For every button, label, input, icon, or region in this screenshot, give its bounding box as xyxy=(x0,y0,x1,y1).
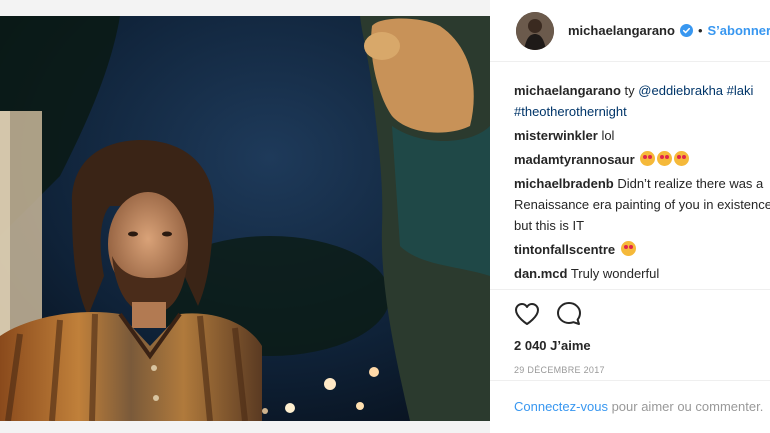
comment-icon[interactable] xyxy=(556,301,582,327)
action-icons xyxy=(514,300,770,328)
separator-dot: • xyxy=(697,23,703,38)
comment-item: madamtyrannosaur xyxy=(514,149,770,170)
verified-badge-icon xyxy=(679,24,693,37)
page-background-top xyxy=(0,0,490,16)
heart-eyes-emoji-icon xyxy=(657,151,673,166)
post-sidebar: michaelangarano • S’abonner michaelangar… xyxy=(490,0,770,433)
avatar[interactable] xyxy=(516,11,554,50)
comment-text: Truly wonderful xyxy=(567,266,660,281)
comment-list: michaelangarano ty @eddiebrakha #laki #t… xyxy=(514,80,770,290)
heart-eyes-emoji-icon xyxy=(674,151,690,166)
heart-eyes-emoji-icon xyxy=(620,241,636,256)
comment-item: tintonfallscentre xyxy=(514,239,770,260)
likes-count[interactable]: 2 040 J’aime xyxy=(514,338,770,353)
comment-username[interactable]: madamtyrannosaur xyxy=(514,152,635,167)
hashtag-link[interactable]: #laki xyxy=(723,83,754,98)
post-actions: 2 040 J’aime 29 DÉCEMBRE 2017 xyxy=(490,289,770,375)
login-prompt: Connectez-vous pour aimer ou commenter. xyxy=(490,380,770,416)
comment-item: misterwinkler lol xyxy=(514,125,770,146)
post-photo-image xyxy=(0,16,490,421)
avatar-image xyxy=(516,11,554,50)
follow-button[interactable]: S’abonner xyxy=(708,23,770,38)
header-username[interactable]: michaelangarano xyxy=(568,23,675,38)
caption-comment: michaelangarano ty @eddiebrakha #laki #t… xyxy=(514,80,770,122)
hashtag-link[interactable]: #theotherothernight xyxy=(514,104,627,119)
comment-username[interactable]: misterwinkler xyxy=(514,128,598,143)
post-header: michaelangarano • S’abonner xyxy=(490,0,770,62)
post-photo[interactable] xyxy=(0,16,490,421)
comment-text: lol xyxy=(597,128,615,143)
login-prompt-text: pour aimer ou commenter. xyxy=(607,399,764,414)
comment-username[interactable]: dan.mcd xyxy=(514,266,567,281)
comment-text: ty xyxy=(620,83,639,98)
comment-username[interactable]: michaelangarano xyxy=(514,83,621,98)
login-link[interactable]: Connectez-vous xyxy=(514,399,608,414)
heart-eyes-emoji-icon xyxy=(640,151,656,166)
comment-item: dan.mcd Truly wonderful xyxy=(514,263,770,284)
page-background-bottom xyxy=(0,421,490,433)
heart-icon[interactable] xyxy=(514,302,540,326)
comment-username[interactable]: tintonfallscentre xyxy=(514,242,615,257)
comment-username[interactable]: michaelbradenb xyxy=(514,176,614,191)
comment-item: michaelbradenb Didn’t realize there was … xyxy=(514,173,770,236)
mention-link[interactable]: @eddiebrakha xyxy=(638,83,723,98)
post-date: 29 DÉCEMBRE 2017 xyxy=(514,365,605,375)
